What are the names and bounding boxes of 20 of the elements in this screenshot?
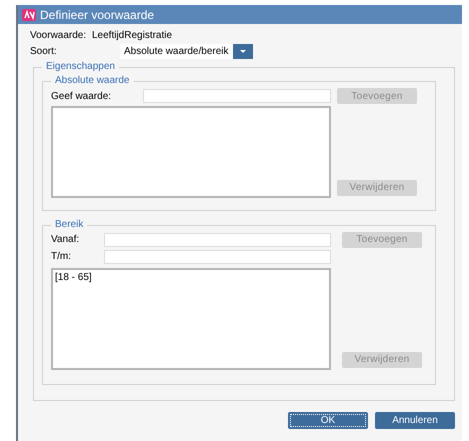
group-title: Bereik xyxy=(54,219,84,231)
list-item[interactable]: [18 - 65] xyxy=(55,272,327,284)
type-label: Soort: xyxy=(30,45,58,59)
from-field[interactable] xyxy=(104,232,331,246)
dialog-button[interactable]: OK xyxy=(288,412,368,429)
type-dropdown[interactable]: Absolute waarde/bereik xyxy=(120,44,253,59)
list-box[interactable] xyxy=(51,106,331,198)
condition-label: Voorwaarde: xyxy=(30,29,88,43)
to-label: T/m: xyxy=(51,250,72,264)
dialog-button[interactable]: Annuleren xyxy=(375,412,455,429)
group-title: Absolute waarde xyxy=(54,75,130,87)
value-label: Geef waarde: xyxy=(51,90,112,104)
to-field[interactable] xyxy=(104,250,331,264)
list-box[interactable]: [18 - 65] xyxy=(51,268,331,370)
app-logo-icon xyxy=(22,8,36,20)
condition-value: LeeftijdRegistratie xyxy=(92,29,172,43)
from-label: Vanaf: xyxy=(51,233,80,247)
group-title: Eigenschappen xyxy=(45,61,116,73)
window-title: Definieer voorwaarde xyxy=(40,6,154,24)
value-field[interactable] xyxy=(143,89,331,103)
